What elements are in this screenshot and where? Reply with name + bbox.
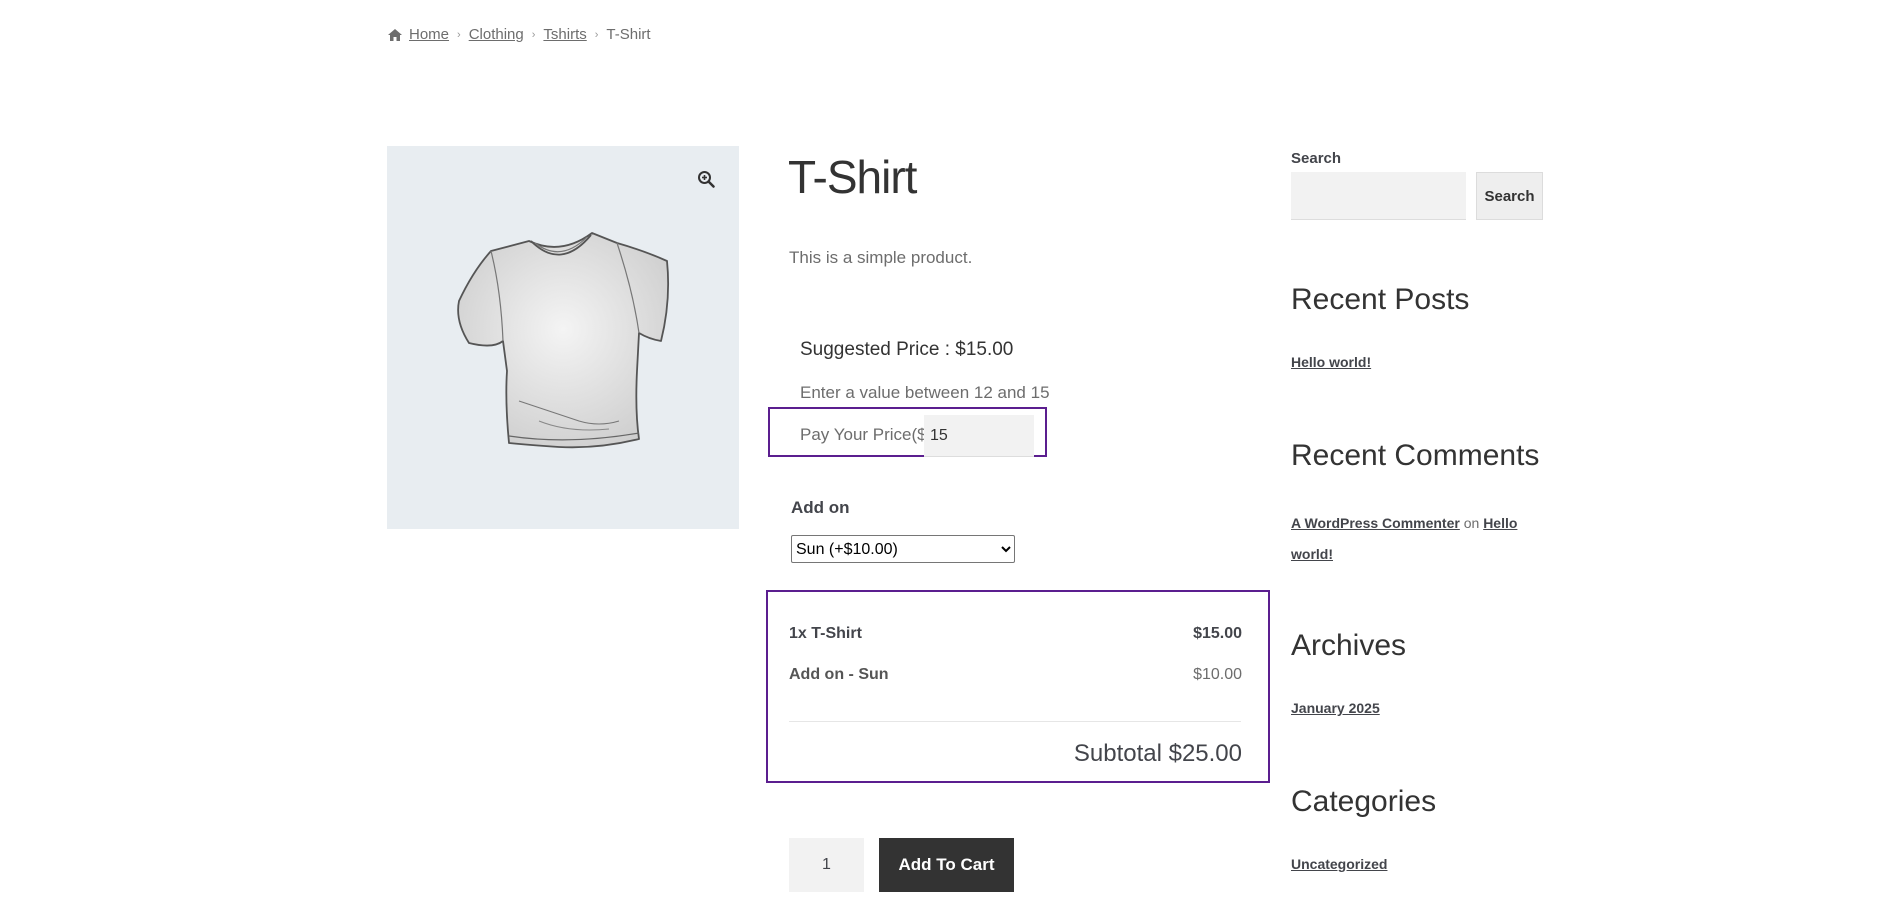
search-button[interactable]: Search (1476, 172, 1543, 220)
breadcrumb-separator: › (531, 28, 536, 41)
breadcrumb-separator: › (594, 28, 599, 41)
breadcrumb-clothing-link[interactable]: Clothing (469, 26, 524, 43)
archive-link[interactable]: January 2025 (1291, 700, 1380, 716)
product-image[interactable] (387, 146, 739, 529)
breadcrumb-tshirts-link[interactable]: Tshirts (543, 26, 586, 43)
search-input[interactable] (1291, 172, 1466, 220)
breadcrumb-home-link[interactable]: Home (409, 26, 449, 43)
archives-title: Archives (1291, 629, 1407, 662)
pay-your-price-input[interactable] (924, 415, 1034, 457)
product-line-label: 1x T-Shirt (789, 625, 862, 642)
recent-posts-title: Recent Posts (1291, 283, 1470, 316)
comment-on-text: on (1463, 515, 1480, 531)
breadcrumb-separator: › (457, 28, 461, 41)
addon-line-label: Add on - Sun (789, 666, 889, 683)
product-line-price: $15.00 (1193, 625, 1242, 642)
search-label: Search (1291, 150, 1342, 167)
add-to-cart-button[interactable]: Add To Cart (879, 838, 1014, 892)
addon-label: Add on (791, 498, 850, 517)
tshirt-illustration (457, 232, 670, 449)
quantity-input[interactable] (789, 838, 864, 892)
addon-select[interactable]: Sun (+$10.00) (791, 535, 1015, 563)
breadcrumb-current: T-Shirt (606, 26, 651, 43)
pay-your-price-label: Pay Your Price($) (800, 425, 933, 444)
product-description: This is a simple product. (789, 248, 973, 267)
recent-comments-title: Recent Comments (1291, 439, 1540, 472)
zoom-icon[interactable] (697, 170, 715, 188)
product-title: T-Shirt (788, 151, 917, 203)
recent-post-link[interactable]: Hello world! (1291, 354, 1371, 370)
home-icon (388, 28, 402, 41)
breadcrumb: Home › Clothing › Tshirts › T-Shirt (387, 26, 651, 43)
addon-line-price: $10.00 (1193, 666, 1242, 683)
totals-divider (789, 721, 1241, 722)
suggested-price: Suggested Price : $15.00 (800, 339, 1014, 360)
category-link[interactable]: Uncategorized (1291, 856, 1387, 872)
subtotal: Subtotal $25.00 (1073, 740, 1242, 767)
commenter-link[interactable]: A WordPress Commenter (1291, 515, 1460, 531)
categories-title: Categories (1291, 785, 1437, 818)
price-range-hint: Enter a value between 12 and 15 (800, 383, 1050, 402)
recent-comment: A WordPress Commenter on Hello world! (1291, 508, 1531, 570)
